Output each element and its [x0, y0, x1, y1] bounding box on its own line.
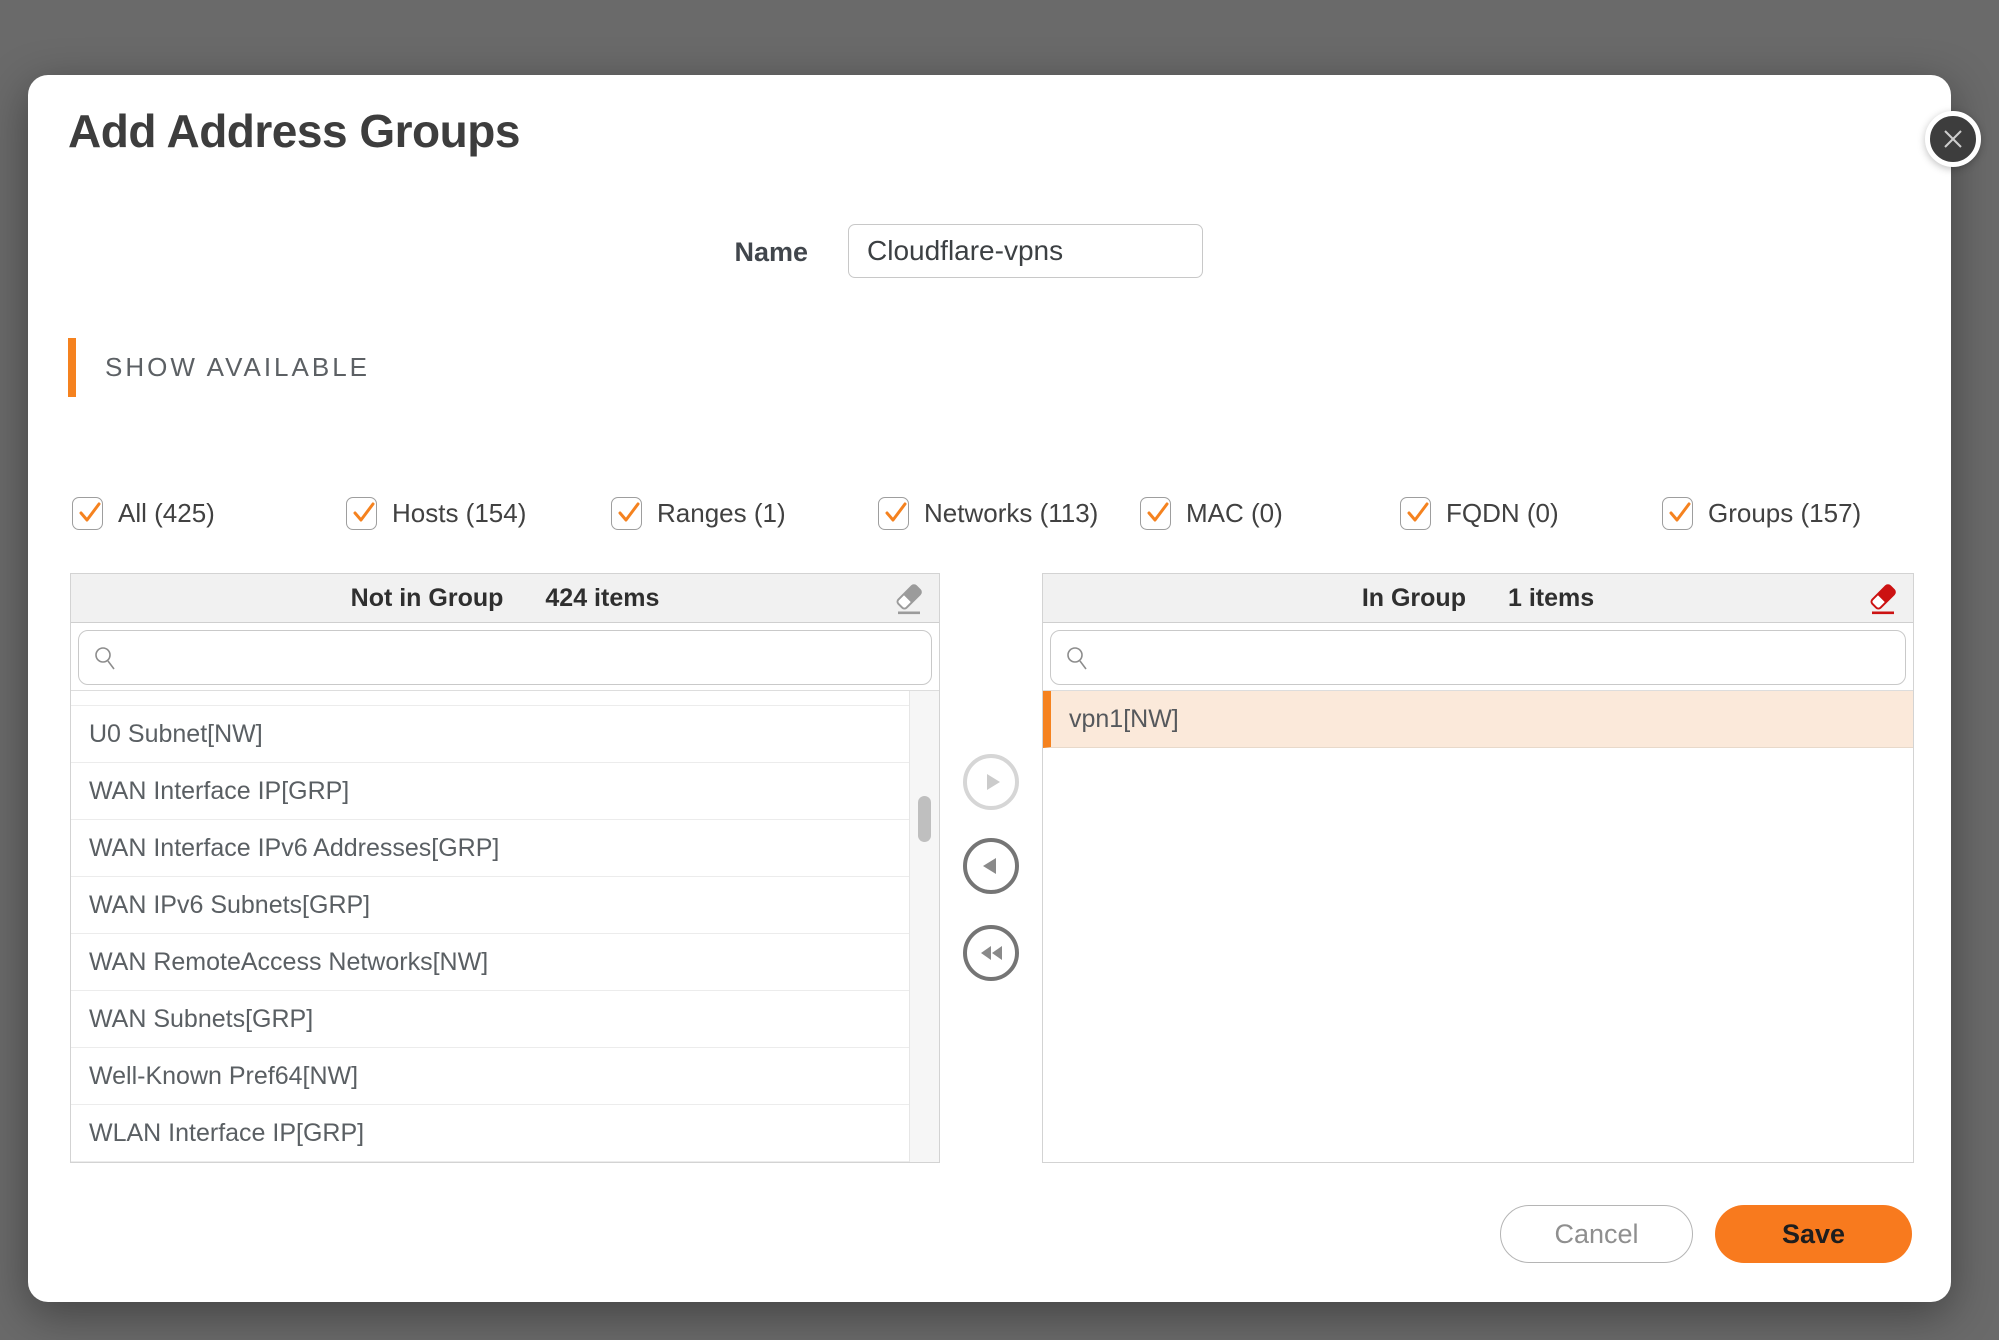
filter-label: Hosts (154) [392, 498, 526, 529]
checkmark-icon [1664, 496, 1696, 530]
double-arrow-left-icon [976, 938, 1006, 968]
checkbox[interactable] [878, 497, 909, 530]
filter-row: All (425) Hosts (154) Ranges (1) Network… [28, 475, 1951, 551]
not-in-group-search[interactable] [78, 630, 932, 685]
filter-label: Ranges (1) [657, 498, 786, 529]
clear-selection-button[interactable] [891, 580, 927, 618]
not-in-group-list: U0 Subnet[NW] WAN Interface IP[GRP] WAN … [71, 690, 939, 1162]
filter-hosts[interactable]: Hosts (154) [346, 475, 526, 551]
name-input[interactable] [848, 224, 1203, 278]
scrollbar-track[interactable] [909, 691, 939, 1162]
not-in-group-rows: U0 Subnet[NW] WAN Interface IP[GRP] WAN … [71, 691, 909, 1162]
filter-label: All (425) [118, 498, 215, 529]
list-item[interactable]: Well-Known Pref64[NW] [71, 1048, 909, 1105]
cancel-button[interactable]: Cancel [1500, 1205, 1693, 1263]
search-icon [93, 645, 117, 671]
name-label: Name [628, 237, 808, 268]
in-group-list: vpn1[NW] [1043, 690, 1913, 1162]
move-right-button[interactable] [963, 754, 1019, 810]
filter-groups[interactable]: Groups (157) [1662, 475, 1861, 551]
filter-label: FQDN (0) [1446, 498, 1559, 529]
list-item[interactable]: U0 Subnet[NW] [71, 706, 909, 763]
search-input[interactable] [1099, 643, 1891, 672]
checkbox[interactable] [346, 497, 377, 530]
close-button[interactable] [1925, 111, 1981, 167]
add-address-groups-dialog: Add Address Groups Name SHOW AVAILABLE A… [28, 75, 1951, 1302]
show-available-section: SHOW AVAILABLE [68, 338, 370, 397]
in-group-rows: vpn1[NW] [1043, 691, 1913, 748]
save-button[interactable]: Save [1715, 1205, 1912, 1263]
list-item[interactable]: WAN Interface IP[GRP] [71, 763, 909, 820]
in-group-header: In Group 1 items [1043, 574, 1913, 623]
filter-ranges[interactable]: Ranges (1) [611, 475, 786, 551]
checkmark-icon [74, 496, 106, 530]
list-item[interactable]: WAN RemoteAccess Networks[NW] [71, 934, 909, 991]
eraser-icon [892, 581, 926, 617]
checkmark-icon [348, 496, 380, 530]
filter-label: MAC (0) [1186, 498, 1283, 529]
checkmark-icon [1402, 496, 1434, 530]
list-item[interactable]: WAN Subnets[GRP] [71, 991, 909, 1048]
clear-group-button[interactable] [1865, 580, 1901, 618]
filter-fqdn[interactable]: FQDN (0) [1400, 475, 1559, 551]
list-item-partial [71, 691, 909, 706]
not-in-group-panel: Not in Group 424 items [70, 573, 940, 1163]
move-left-button[interactable] [963, 838, 1019, 894]
panel-count: 1 items [1508, 584, 1594, 613]
panel-title: In Group [1362, 584, 1466, 613]
not-in-group-header: Not in Group 424 items [71, 574, 939, 623]
list-item-selected[interactable]: vpn1[NW] [1043, 691, 1913, 748]
filter-label: Networks (113) [924, 498, 1036, 529]
panel-title: Not in Group [351, 584, 504, 613]
checkmark-icon [613, 496, 645, 530]
section-label: SHOW AVAILABLE [105, 352, 370, 383]
checkbox[interactable] [611, 497, 642, 530]
panel-count: 424 items [545, 584, 659, 613]
dialog-backdrop: { "modal": { "title": "Add Address Group… [0, 0, 1999, 1340]
list-item[interactable]: WAN Interface IPv6 Addresses[GRP] [71, 820, 909, 877]
checkbox[interactable] [1140, 497, 1171, 530]
section-accent-bar [68, 338, 76, 397]
search-icon [1065, 645, 1089, 671]
page-title: Add Address Groups [68, 101, 520, 161]
eraser-icon [1866, 581, 1900, 617]
move-all-left-button[interactable] [963, 925, 1019, 981]
checkmark-icon [880, 496, 912, 530]
filter-all[interactable]: All (425) [72, 475, 215, 551]
filter-mac[interactable]: MAC (0) [1140, 475, 1283, 551]
arrow-right-icon [976, 767, 1006, 797]
checkbox[interactable] [1400, 497, 1431, 530]
checkmark-icon [1142, 496, 1174, 530]
checkbox[interactable] [72, 497, 103, 530]
filter-networks[interactable]: Networks (113) [878, 475, 1036, 551]
checkbox[interactable] [1662, 497, 1693, 530]
scrollbar-thumb[interactable] [918, 796, 931, 842]
list-item[interactable]: WAN IPv6 Subnets[GRP] [71, 877, 909, 934]
in-group-panel: In Group 1 items vpn1[ [1042, 573, 1914, 1163]
arrow-left-icon [976, 851, 1006, 881]
search-input[interactable] [127, 643, 917, 672]
filter-label: Groups (157) [1708, 498, 1861, 529]
in-group-search[interactable] [1050, 630, 1906, 685]
close-icon [1942, 128, 1964, 150]
list-item[interactable]: WLAN Interface IP[GRP] [71, 1105, 909, 1162]
